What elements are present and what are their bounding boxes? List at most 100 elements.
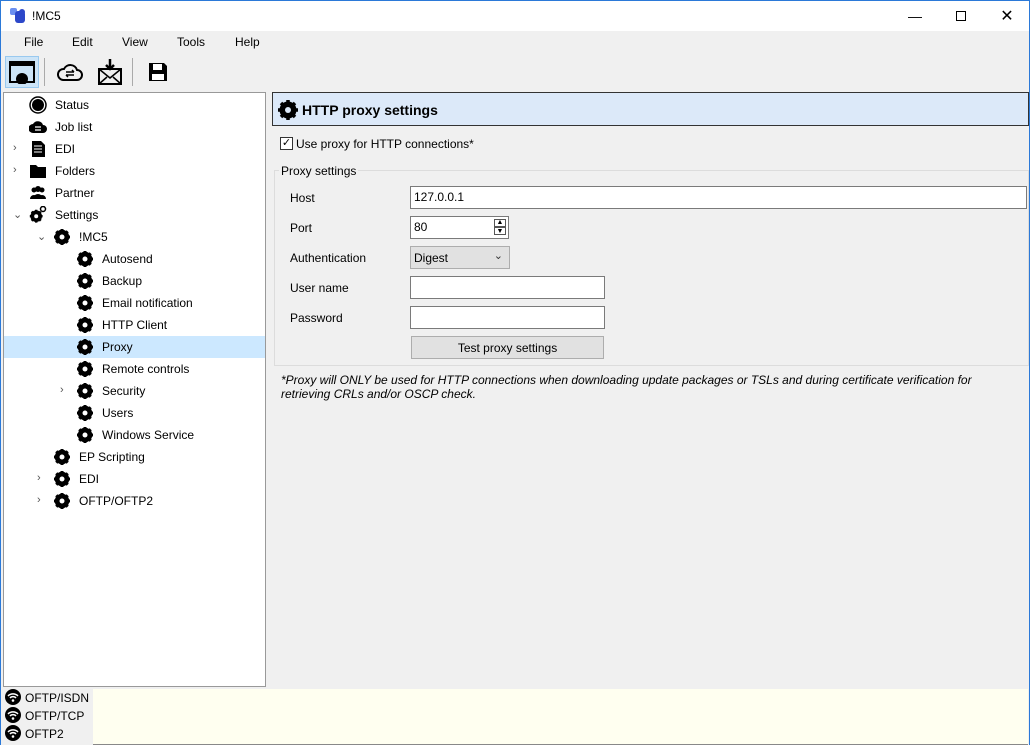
receive-mail-button[interactable] xyxy=(93,56,127,88)
save-button[interactable] xyxy=(141,56,175,88)
menu-file[interactable]: File xyxy=(24,35,43,49)
mail-download-icon xyxy=(98,59,122,85)
proxy-settings-group-label: Proxy settings xyxy=(279,164,359,178)
chevron-right-icon[interactable]: › xyxy=(60,384,64,396)
toolbar-separator xyxy=(44,58,45,86)
tree-item-label: Job list xyxy=(55,120,93,134)
gears-icon xyxy=(29,206,47,223)
authentication-value: Digest xyxy=(414,251,449,265)
connection-oftp2[interactable]: OFTP2 xyxy=(5,725,64,743)
spin-up-icon[interactable]: ▲ xyxy=(494,219,506,227)
gear-icon xyxy=(54,229,70,245)
wifi-icon xyxy=(5,707,21,723)
tree-item-status[interactable]: Status xyxy=(4,94,265,116)
navigation-tree[interactable]: Status Job list › EDI › Folders Partner ⌄ Settin… xyxy=(3,92,266,687)
tree-item-label: Autosend xyxy=(102,252,153,266)
settings-panel: HTTP proxy settings ✓ Use proxy for HTTP… xyxy=(267,92,1029,687)
gear-icon xyxy=(278,100,298,120)
tree-item-edi[interactable]: › EDI xyxy=(4,468,265,490)
tree-item-label: Status xyxy=(55,98,90,112)
app-logo-icon xyxy=(10,8,25,23)
menu-help[interactable]: Help xyxy=(235,35,260,49)
host-input[interactable]: 127.0.0.1 xyxy=(410,186,1027,209)
menu-bar: File Edit View Tools Help xyxy=(1,31,1029,53)
port-stepper[interactable]: 80 ▲ ▼ xyxy=(410,216,509,239)
port-label[interactable]: Port xyxy=(290,221,312,235)
tree-item-folders[interactable]: › Folders xyxy=(4,160,265,182)
gear-icon xyxy=(77,383,93,399)
minimize-icon: — xyxy=(908,8,922,24)
tree-item-http-client[interactable]: HTTP Client xyxy=(4,314,265,336)
log-area[interactable] xyxy=(93,689,1028,745)
spin-down-icon[interactable]: ▼ xyxy=(494,227,506,235)
tree-item-remote-controls[interactable]: Remote controls xyxy=(4,358,265,380)
save-icon xyxy=(149,63,167,81)
tree-item-label: EDI xyxy=(79,472,100,486)
maximize-icon xyxy=(956,11,966,21)
tree-item-security[interactable]: › Security xyxy=(4,380,265,402)
chevron-down-icon: ⌄ xyxy=(493,250,503,262)
tree-item-email-notification[interactable]: Email notification xyxy=(4,292,265,314)
tree-item-settings[interactable]: ⌄ Settings xyxy=(4,204,265,226)
status-icon xyxy=(29,96,47,114)
host-label: Host xyxy=(290,191,315,205)
tree-item-label: EP Scripting xyxy=(79,450,145,464)
authentication-label: Authentication xyxy=(290,251,367,265)
checkmark-icon: ✓ xyxy=(281,137,292,149)
test-proxy-button[interactable]: Test proxy settings xyxy=(411,336,604,359)
authentication-select[interactable]: Digest ⌄ xyxy=(410,246,510,269)
tree-item-users[interactable]: Users xyxy=(4,402,265,424)
tree-item-label: Users xyxy=(102,406,134,420)
panel-header: HTTP proxy settings xyxy=(272,92,1029,126)
connection-oftp-tcp[interactable]: OFTP/TCP xyxy=(5,707,84,725)
password-input[interactable] xyxy=(410,306,605,329)
tree-item-mc5[interactable]: ⌄ !MC5 xyxy=(4,226,265,248)
gear-icon xyxy=(54,471,70,487)
toolbar xyxy=(1,53,1029,91)
user-name-input[interactable] xyxy=(410,276,605,299)
chevron-down-icon[interactable]: ⌄ xyxy=(37,230,46,243)
tree-item-label: HTTP Client xyxy=(102,318,168,332)
menu-view[interactable]: View xyxy=(122,35,148,49)
tree-item-label: Email notification xyxy=(102,296,193,310)
tree-item-backup[interactable]: Backup xyxy=(4,270,265,292)
menu-tools[interactable]: Tools xyxy=(177,35,205,49)
wifi-icon xyxy=(5,689,21,705)
user-name-label: User name xyxy=(290,281,349,295)
tree-item-partner[interactable]: Partner xyxy=(4,182,265,204)
tree-item-label: Backup xyxy=(102,274,143,288)
tree-item-label: Settings xyxy=(55,208,99,222)
dashboard-button[interactable] xyxy=(5,56,39,88)
tree-item-edi[interactable]: › EDI xyxy=(4,138,265,160)
tree-item-windows-service[interactable]: Windows Service xyxy=(4,424,265,446)
tree-item-proxy[interactable]: Proxy xyxy=(4,336,265,358)
menu-edit[interactable]: Edit xyxy=(72,35,93,49)
tree-item-ep-scripting[interactable]: EP Scripting xyxy=(4,446,265,468)
chevron-right-icon[interactable]: › xyxy=(37,472,41,484)
tree-item-autosend[interactable]: Autosend xyxy=(4,248,265,270)
wifi-icon xyxy=(5,725,21,741)
tree-item-label: Folders xyxy=(55,164,96,178)
close-button[interactable]: ✕ xyxy=(984,1,1030,31)
sync-button[interactable] xyxy=(53,56,87,88)
chevron-right-icon[interactable]: › xyxy=(37,494,41,506)
gear-icon xyxy=(77,405,93,421)
chevron-down-icon[interactable]: ⌄ xyxy=(13,208,22,221)
gear-icon xyxy=(54,449,70,465)
panel-title: HTTP proxy settings xyxy=(302,102,438,118)
use-proxy-label[interactable]: Use proxy for HTTP connections* xyxy=(296,137,474,151)
maximize-button[interactable] xyxy=(938,1,984,31)
use-proxy-checkbox[interactable]: ✓ xyxy=(280,137,293,150)
tree-item-label: Partner xyxy=(55,186,95,200)
close-icon: ✕ xyxy=(1000,8,1014,25)
chevron-right-icon[interactable]: › xyxy=(13,164,17,176)
tree-item-job-list[interactable]: Job list xyxy=(4,116,265,138)
connection-oftp-isdn[interactable]: OFTP/ISDN xyxy=(5,689,89,707)
port-value: 80 xyxy=(414,220,428,234)
title-bar: !MC5 — ✕ xyxy=(1,1,1029,31)
chevron-right-icon[interactable]: › xyxy=(13,142,17,154)
toolbar-separator xyxy=(132,58,133,86)
minimize-button[interactable]: — xyxy=(892,1,938,31)
tree-item-label: OFTP/OFTP2 xyxy=(79,494,154,508)
tree-item-oftp-oftp2[interactable]: › OFTP/OFTP2 xyxy=(4,490,265,512)
